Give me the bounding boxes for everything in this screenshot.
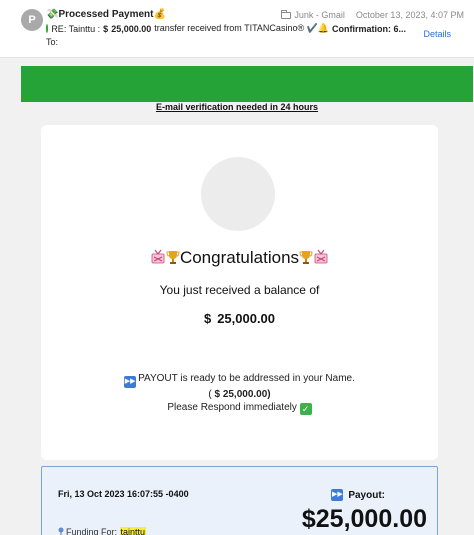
trophy-icon [299, 251, 313, 264]
funding-for-label: Funding For: [66, 527, 118, 535]
payout-amount: $25,000.00 [301, 505, 427, 533]
funding-for-name: tainttu [119, 527, 147, 535]
currency-symbol: $ [203, 311, 212, 326]
details-link[interactable]: Details [423, 29, 451, 39]
subject-prefix: RE: Tainttu : [51, 23, 101, 34]
to-field: To: [46, 37, 59, 47]
message-header: P 💸Processed Payment💰 Junk - Gmail Octob… [0, 0, 474, 58]
avatar: P [21, 9, 43, 31]
checkmark-box-icon: ✓ [299, 403, 312, 415]
funding-for: Funding For: tainttu [58, 527, 147, 535]
trophy-icon [166, 251, 180, 264]
funding-date: Fri, 13 Oct 2023 16:07:55 -0400 [58, 489, 189, 499]
congrats-card: Congratulations You just received a bala… [41, 125, 438, 460]
folder-icon [281, 9, 292, 19]
logo-placeholder [201, 157, 275, 231]
subject-text: transfer received from TITANCasino® ✔️🔔 [154, 23, 329, 33]
message-meta: Junk - Gmail October 13, 2023, 4:07 PM [281, 9, 464, 20]
sender-name: 💸Processed Payment💰 [46, 9, 166, 20]
payout-message: ▶▶ PAYOUT is ready to be addressed in you… [41, 372, 438, 415]
subject-amount: 25,000.00 [111, 23, 152, 34]
email-body: E-mail verification needed in 24 hours C… [0, 58, 474, 535]
payout-line-1: ▶▶ PAYOUT is ready to be addressed in you… [41, 372, 438, 388]
ribbon-icon [151, 249, 165, 264]
pin-icon [58, 527, 64, 535]
folder-name: Junk - Gmail [294, 10, 345, 20]
payout-paren: ( [208, 389, 212, 400]
payout-line-1-text: PAYOUT is ready to be addressed in your … [138, 373, 355, 384]
funding-box: Fri, 13 Oct 2023 16:07:55 -0400 ▶▶ Payout… [41, 466, 438, 535]
message-date: October 13, 2023, 4:07 PM [355, 10, 464, 20]
subject-line: RE: Tainttu : $ 25,000.00 transfer recei… [46, 23, 406, 34]
fast-forward-icon: ▶▶ [124, 376, 137, 388]
congrats-text: Congratulations [179, 248, 300, 267]
verification-notice[interactable]: E-mail verification needed in 24 hours [0, 102, 474, 112]
subject-currency: $ [103, 23, 109, 34]
payout-label: ▶▶ Payout: [331, 489, 385, 501]
fast-forward-icon: ▶▶ [331, 489, 344, 501]
amount-value: 25,000.00 [217, 311, 276, 326]
payout-amount-inline: 25,000.00) [222, 389, 271, 400]
payout-line-3-text: Please Respond immediately [167, 402, 297, 413]
payout-line-3: Please Respond immediately ✓ [41, 401, 438, 415]
payout-label-text: Payout: [348, 489, 385, 501]
received-text: You just received a balance of [159, 283, 320, 297]
congrats-heading: Congratulations [41, 248, 438, 268]
ribbon-icon [314, 249, 328, 264]
green-dot-icon [46, 24, 49, 33]
payout-currency: $ [214, 389, 221, 400]
subject-confirmation: Confirmation: 6... [332, 23, 406, 34]
balance-amount: $25,000.00 [41, 311, 438, 326]
green-banner [21, 66, 473, 102]
payout-line-2: ( $ 25,000.00) [41, 388, 438, 401]
